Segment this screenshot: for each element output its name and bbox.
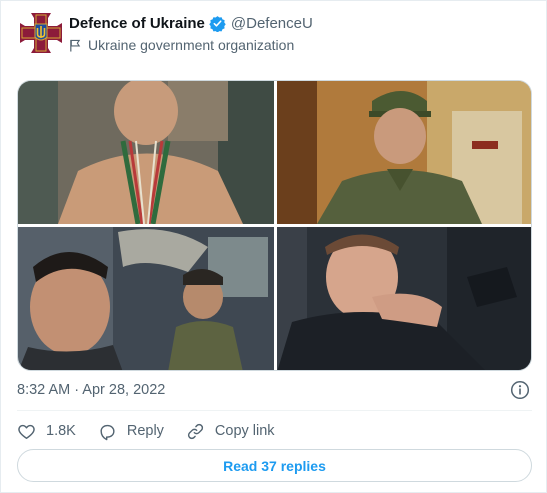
verified-badge-icon [209, 15, 226, 32]
tweet-header: Defence of Ukraine @DefenceU Ukraine gov… [17, 11, 532, 57]
copy-link-button[interactable]: Copy link [186, 422, 275, 441]
media-photo-3[interactable] [18, 227, 274, 370]
reply-bubble-icon [100, 424, 115, 440]
affiliation-label: Ukraine government organization [88, 37, 295, 53]
account-handle[interactable]: @DefenceU [231, 15, 313, 32]
flag-icon [70, 39, 81, 52]
reply-label: Reply [126, 423, 164, 439]
media-photo-4[interactable] [277, 227, 531, 370]
media-grid [17, 80, 532, 371]
account-avatar[interactable] [17, 11, 65, 55]
tweet-card: Defence of Ukraine @DefenceU Ukraine gov… [0, 0, 547, 493]
reply-button[interactable]: Reply [98, 422, 164, 441]
read-replies-button[interactable]: Read 37 replies [17, 449, 532, 482]
photo-man-smiling-car [277, 227, 531, 370]
like-button[interactable]: 1.8K [17, 422, 76, 441]
tweet-actions: 1.8K Reply Copy link [17, 419, 297, 443]
divider [17, 410, 532, 411]
photo-soldier-shirtless-medals [18, 81, 274, 224]
name-line: Defence of Ukraine @DefenceU [69, 13, 313, 33]
account-names: Defence of Ukraine @DefenceU Ukraine gov… [69, 13, 313, 55]
link-icon [187, 423, 203, 439]
tweet-timestamp[interactable]: 8:32 AM · Apr 28, 2022 [17, 382, 165, 398]
tweet-meta: 8:32 AM · Apr 28, 2022 [17, 378, 532, 402]
info-icon[interactable] [510, 380, 530, 400]
mod-emblem-icon [20, 13, 62, 53]
media-photo-1[interactable] [18, 81, 274, 224]
media-photo-2[interactable] [277, 81, 531, 224]
photo-soldiers-vehicle-selfie [18, 227, 274, 370]
display-name[interactable]: Defence of Ukraine [69, 15, 205, 32]
affiliation-line: Ukraine government organization [69, 35, 313, 55]
heart-icon [18, 424, 35, 439]
copy-link-label: Copy link [214, 423, 275, 439]
like-count: 1.8K [46, 423, 76, 439]
photo-soldier-cap-uniform [277, 81, 531, 224]
